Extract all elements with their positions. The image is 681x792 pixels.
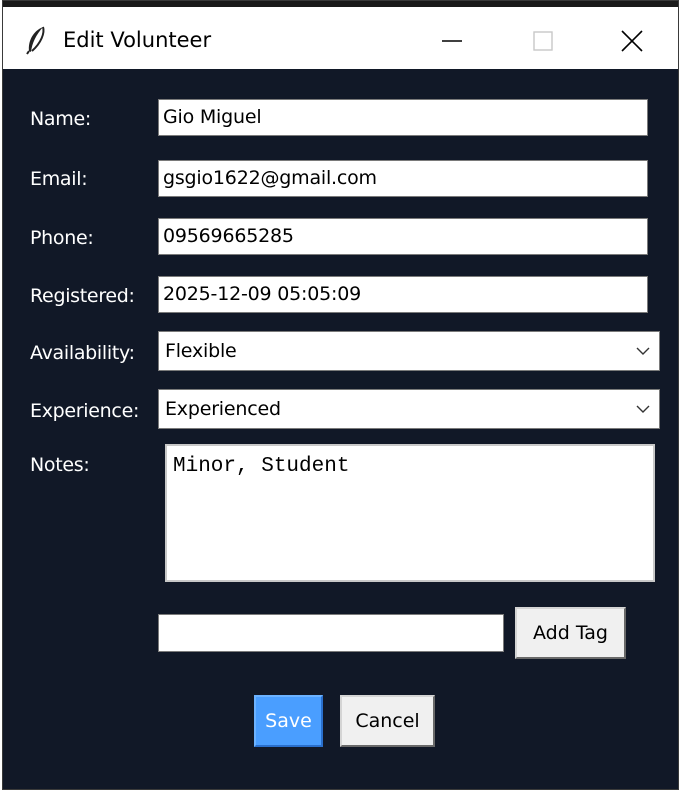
save-button[interactable]: Save bbox=[254, 695, 323, 747]
phone-field[interactable]: 09569665285 bbox=[158, 218, 648, 255]
availability-select[interactable]: Flexible bbox=[158, 331, 660, 371]
edit-volunteer-window: Edit Volunteer Name: Gio Miguel Email: g… bbox=[2, 0, 679, 790]
email-field[interactable]: gsgio1622@gmail.com bbox=[158, 160, 648, 197]
availability-label: Availability: bbox=[30, 342, 135, 364]
chevron-down-icon[interactable] bbox=[635, 344, 651, 358]
experience-value: Experienced bbox=[165, 398, 281, 420]
registered-field[interactable]: 2025-12-09 05:05:09 bbox=[158, 276, 648, 313]
cancel-button[interactable]: Cancel bbox=[340, 695, 435, 747]
notes-textarea[interactable]: Minor, Student bbox=[165, 444, 655, 582]
maximize-button[interactable] bbox=[508, 13, 578, 69]
chevron-down-icon[interactable] bbox=[635, 402, 651, 416]
minimize-button[interactable] bbox=[417, 13, 487, 69]
window-title: Edit Volunteer bbox=[63, 28, 212, 52]
maximize-icon bbox=[533, 31, 553, 51]
phone-label: Phone: bbox=[30, 227, 94, 249]
close-icon bbox=[621, 30, 643, 52]
availability-value: Flexible bbox=[165, 340, 237, 362]
title-bar[interactable]: Edit Volunteer bbox=[3, 1, 678, 69]
experience-label: Experience: bbox=[30, 400, 140, 422]
notes-label: Notes: bbox=[30, 454, 90, 476]
name-field[interactable]: Gio Miguel bbox=[158, 99, 648, 136]
registered-label: Registered: bbox=[30, 285, 135, 307]
minimize-icon bbox=[442, 40, 462, 42]
name-label: Name: bbox=[30, 108, 91, 130]
feather-icon bbox=[26, 26, 45, 55]
close-button[interactable] bbox=[597, 13, 667, 69]
tag-input[interactable] bbox=[158, 614, 504, 652]
email-label: Email: bbox=[30, 168, 88, 190]
experience-select[interactable]: Experienced bbox=[158, 389, 660, 429]
add-tag-button[interactable]: Add Tag bbox=[515, 607, 626, 659]
